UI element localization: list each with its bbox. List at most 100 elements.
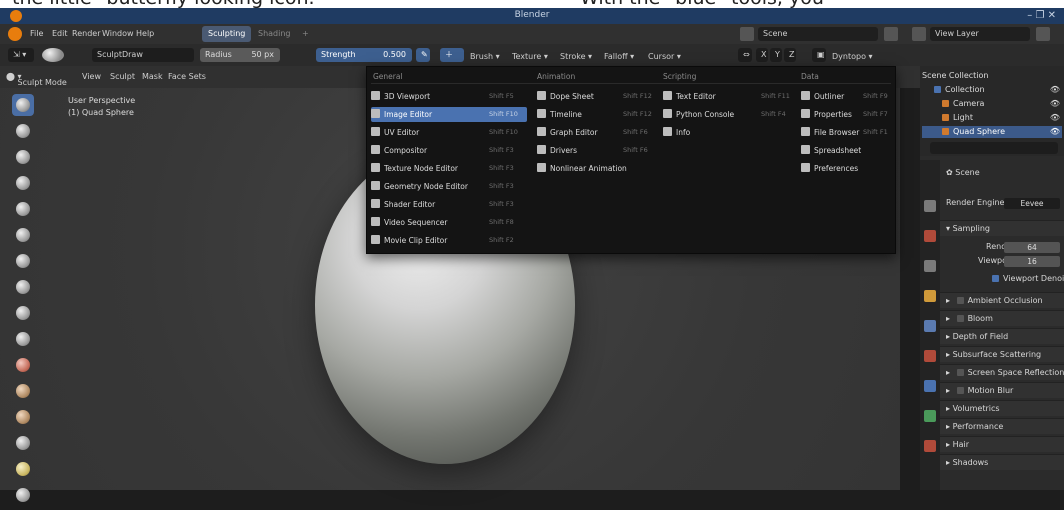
scrape-tool[interactable] <box>12 406 34 428</box>
menu-item-file-browser[interactable]: File Browser Shift F1 <box>801 125 891 140</box>
layer-tool[interactable] <box>12 224 34 246</box>
menu-help[interactable]: Help <box>136 29 154 38</box>
brush-menu[interactable]: Brush ▾ <box>470 52 500 61</box>
clay-thumb-tool[interactable] <box>12 198 34 220</box>
visibility-eye-icon[interactable]: 👁 <box>1050 84 1060 96</box>
menu-item-graph-editor[interactable]: Graph Editor Shift F6 <box>537 125 657 140</box>
section-shadows[interactable]: ▸ Shadows <box>940 454 1064 470</box>
draw-brush-tool[interactable] <box>12 94 34 116</box>
grab-tool[interactable] <box>12 484 34 506</box>
clay-strips-tool[interactable] <box>12 172 34 194</box>
menu-item-timeline[interactable]: Timeline Shift F12 <box>537 107 657 122</box>
axis-x-toggle[interactable]: X <box>756 48 768 62</box>
inflate-tool[interactable] <box>12 250 34 272</box>
brush-name-field[interactable]: SculptDraw <box>92 48 194 62</box>
radius-slider[interactable]: Radius 50 px <box>200 48 280 62</box>
section-depth-of-field[interactable]: ▸ Depth of Field <box>940 328 1064 344</box>
blender-menu-icon[interactable] <box>8 27 22 41</box>
section-subsurface-scattering[interactable]: ▸ Subsurface Scattering <box>940 346 1064 362</box>
menu-item-text-editor[interactable]: Text Editor Shift F11 <box>663 89 795 104</box>
menu-item-info[interactable]: Info <box>663 125 795 140</box>
clay-tool[interactable] <box>12 146 34 168</box>
draw-sharp-tool[interactable] <box>12 120 34 142</box>
checkbox-icon[interactable] <box>956 297 964 304</box>
menu-item-preferences[interactable]: Preferences <box>801 161 891 176</box>
menu-item-3d-viewport[interactable]: 3D Viewport Shift F5 <box>371 89 527 104</box>
menu-item-python-console[interactable]: Python Console Shift F4 <box>663 107 795 122</box>
menu-item-dope-sheet[interactable]: Dope Sheet Shift F12 <box>537 89 657 104</box>
render-engine-dropdown[interactable]: Eevee <box>1004 198 1060 209</box>
menu-item-spreadsheet[interactable]: Spreadsheet <box>801 143 891 158</box>
axis-z-toggle[interactable]: Z <box>784 48 796 62</box>
checkbox-icon[interactable] <box>956 315 964 322</box>
menu-item-geometry-node-editor[interactable]: Geometry Node Editor Shift F3 <box>371 179 527 194</box>
smooth-tool[interactable] <box>12 328 34 350</box>
fill-tool[interactable] <box>12 380 34 402</box>
render-samples-field[interactable]: 64 <box>1004 242 1060 253</box>
view-layer-tab-icon[interactable] <box>924 290 936 302</box>
object-tab-icon[interactable] <box>924 380 936 392</box>
falloff-menu[interactable]: Falloff ▾ <box>604 52 634 61</box>
section-motion-blur[interactable]: ▸ Motion Blur <box>940 382 1064 398</box>
outliner-row-light[interactable]: Light 👁 <box>922 112 1062 124</box>
menu-item-nonlinear-animation[interactable]: Nonlinear Animation <box>537 161 657 176</box>
tool-mode-dropdown[interactable]: ⇲ ▾ <box>8 48 34 62</box>
section-performance[interactable]: ▸ Performance <box>940 418 1064 434</box>
stroke-menu[interactable]: Stroke ▾ <box>560 52 592 61</box>
direction-add-button[interactable]: ＋ <box>440 48 464 62</box>
menu-file[interactable]: File <box>30 29 43 38</box>
menu-mask[interactable]: Mask <box>142 72 163 81</box>
modifier-tab-icon[interactable] <box>924 410 936 422</box>
menu-item-drivers[interactable]: Drivers Shift F6 <box>537 143 657 158</box>
view-layer-selector[interactable]: View Layer <box>930 27 1030 41</box>
material-tab-icon[interactable] <box>924 440 936 452</box>
crease-tool[interactable] <box>12 302 34 324</box>
blob-tool[interactable] <box>12 276 34 298</box>
brush-preview-icon[interactable] <box>42 48 64 62</box>
outliner-search-input[interactable] <box>930 142 1058 154</box>
mode-selector[interactable]: ⬤ Sculpt Mode ▾ <box>6 72 67 87</box>
section-bloom[interactable]: ▸ Bloom <box>940 310 1064 326</box>
texture-menu[interactable]: Texture ▾ <box>512 52 548 61</box>
view-layer-browse-icon[interactable] <box>1036 27 1050 41</box>
menu-face-sets[interactable]: Face Sets <box>168 72 206 81</box>
visibility-eye-icon[interactable]: 👁 <box>1050 126 1060 138</box>
menu-item-texture-node-editor[interactable]: Texture Node Editor Shift F3 <box>371 161 527 176</box>
menu-item-properties[interactable]: Properties Shift F7 <box>801 107 891 122</box>
section-sampling[interactable]: ▾ Sampling <box>940 220 1064 236</box>
menu-item-outliner[interactable]: Outliner Shift F9 <box>801 89 891 104</box>
menu-item-shader-editor[interactable]: Shader Editor Shift F3 <box>371 197 527 212</box>
tab-sculpting[interactable]: Sculpting <box>202 26 252 42</box>
menu-sculpt[interactable]: Sculpt <box>110 72 135 81</box>
visibility-eye-icon[interactable]: 👁 <box>1050 112 1060 124</box>
visibility-eye-icon[interactable]: 👁 <box>1050 98 1060 110</box>
render-tab-icon[interactable] <box>924 230 936 242</box>
cursor-menu[interactable]: Cursor ▾ <box>648 52 681 61</box>
world-tab-icon[interactable] <box>924 350 936 362</box>
outliner-row-camera[interactable]: Camera 👁 <box>922 98 1062 110</box>
scene-tab-icon[interactable] <box>924 320 936 332</box>
viewport-samples-field[interactable]: 16 <box>1004 256 1060 267</box>
menu-view[interactable]: View <box>82 72 101 81</box>
viewport-denoise-checkbox[interactable]: Viewport Denoi... <box>940 272 1064 286</box>
menu-edit[interactable]: Edit <box>52 29 68 38</box>
section-hair[interactable]: ▸ Hair <box>940 436 1064 452</box>
window-controls[interactable]: – ❐ ✕ <box>1027 10 1056 21</box>
multiplane-scrape-tool[interactable] <box>12 432 34 454</box>
outliner-row-quad-sphere[interactable]: Quad Sphere 👁 <box>922 126 1062 138</box>
tool-tab-icon[interactable] <box>924 200 936 212</box>
section-screen-space-reflections[interactable]: ▸ Screen Space Reflections <box>940 364 1064 380</box>
dyntopo-menu[interactable]: Dyntopo ▾ <box>832 52 873 61</box>
scene-selector[interactable]: Scene <box>758 27 878 41</box>
flatten-tool[interactable] <box>12 354 34 376</box>
scene-browse-icon[interactable] <box>884 27 898 41</box>
symmetry-icon[interactable]: ⇔ <box>738 48 752 62</box>
outliner-root[interactable]: Scene Collection <box>922 70 1062 82</box>
tab-shading[interactable]: Shading <box>252 26 297 42</box>
menu-item-video-sequencer[interactable]: Video Sequencer Shift F8 <box>371 215 527 230</box>
menu-item-compositor[interactable]: Compositor Shift F3 <box>371 143 527 158</box>
menu-window[interactable]: Window <box>102 29 134 38</box>
section-volumetrics[interactable]: ▸ Volumetrics <box>940 400 1064 416</box>
menu-render[interactable]: Render <box>72 29 100 38</box>
pinch-tool[interactable] <box>12 458 34 480</box>
